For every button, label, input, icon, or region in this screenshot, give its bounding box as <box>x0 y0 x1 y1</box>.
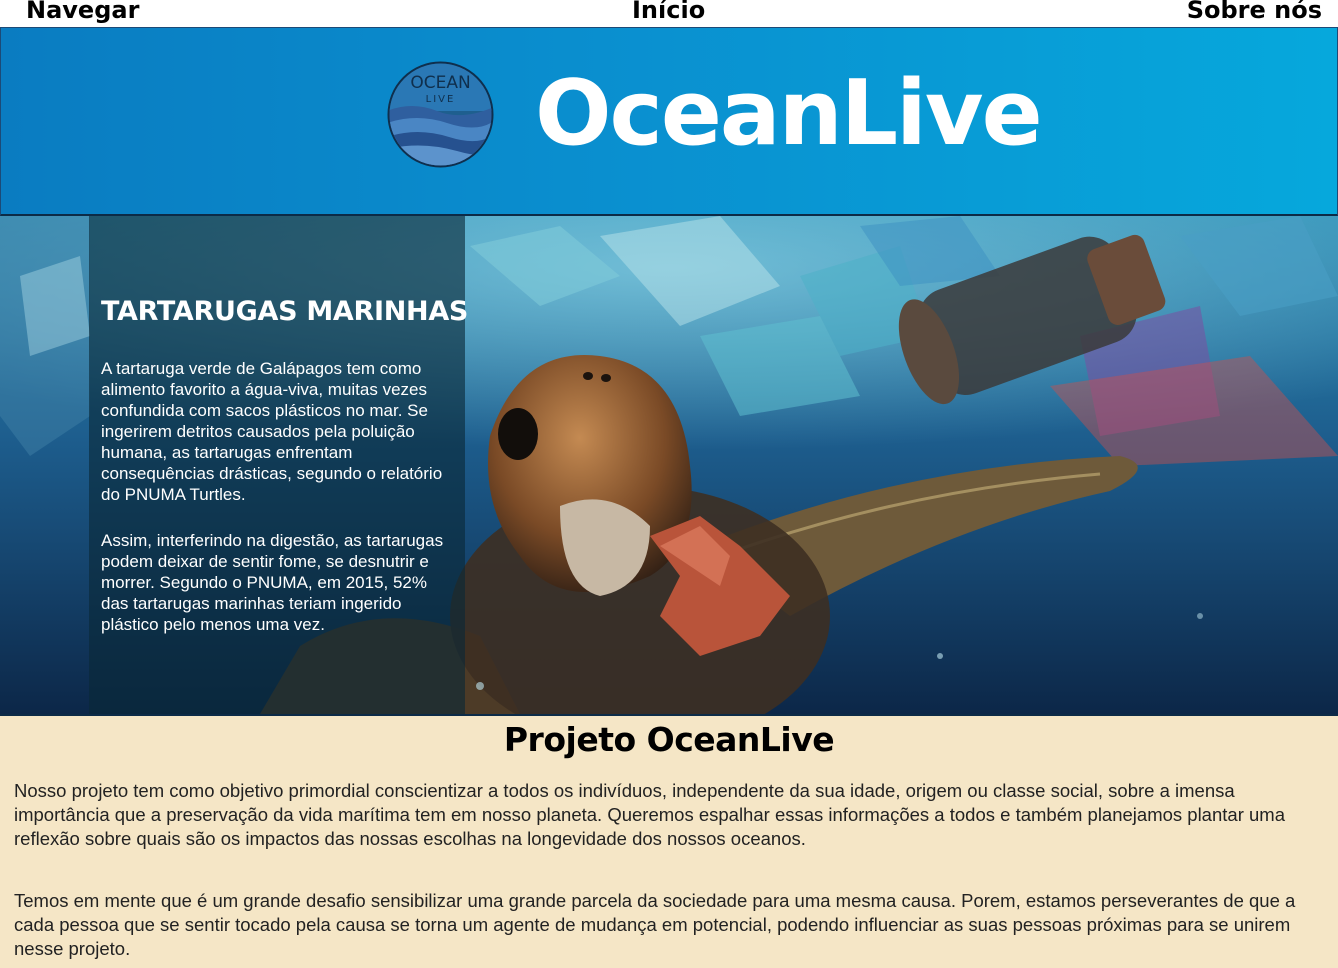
project-section: Projeto OceanLive Nosso projeto tem como… <box>0 714 1338 968</box>
info-panel: TARTARUGAS MARINHAS A tartaruga verde de… <box>89 216 469 714</box>
nav-link-sobre-nos[interactable]: Sobre nós <box>1187 0 1322 24</box>
top-navigation: Navegar Início Sobre nós <box>0 0 1338 27</box>
hero-paragraph: Assim, interferindo na digestão, as tart… <box>101 531 444 634</box>
hero-title: TARTARUGAS MARINHAS <box>101 296 469 327</box>
svg-text:LIVE: LIVE <box>426 94 456 105</box>
project-title: Projeto OceanLive <box>503 720 835 759</box>
nav-link-navegar[interactable]: Navegar <box>26 0 139 24</box>
brand-title: OceanLive <box>535 61 1043 166</box>
project-paragraph: Nosso projeto tem como objetivo primordi… <box>14 780 1285 849</box>
hero-banner: TARTARUGAS MARINHAS A tartaruga verde de… <box>0 216 1338 714</box>
oceanlive-logo: OCEAN LIVE <box>387 61 494 168</box>
svg-text:OCEAN: OCEAN <box>410 73 470 93</box>
nav-link-inicio[interactable]: Início <box>632 0 705 24</box>
project-paragraph: Temos em mente que é um grande desafio s… <box>14 890 1296 959</box>
hero-paragraph: A tartaruga verde de Galápagos tem como … <box>101 359 443 504</box>
site-header: OCEAN LIVE OceanLive <box>0 27 1338 216</box>
